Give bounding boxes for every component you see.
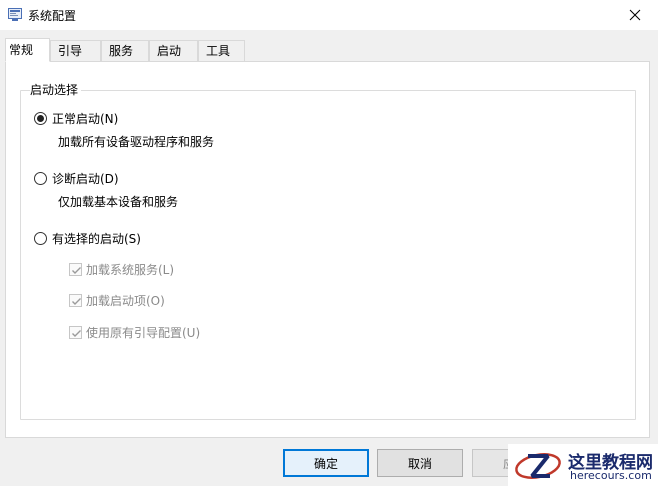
checkmark-icon: [72, 330, 81, 337]
load-startup-items-checkbox[interactable]: [69, 294, 82, 307]
checkmark-icon: [72, 267, 81, 274]
title-bar: 系统配置: [0, 0, 658, 30]
tab-general[interactable]: 常规: [5, 38, 50, 62]
window-title: 系统配置: [28, 9, 77, 23]
watermark-logo-icon: [515, 453, 561, 479]
ok-button[interactable]: 确定: [283, 449, 369, 477]
checkmark-icon: [72, 298, 81, 305]
diagnostic-startup-radio[interactable]: [34, 172, 47, 185]
diagnostic-startup-description: 仅加载基本设备和服务: [58, 195, 179, 209]
diagnostic-startup-label[interactable]: 诊断启动(D): [52, 170, 119, 187]
watermark: 这里教程网 herecours.com: [508, 444, 658, 486]
use-original-boot-config-label[interactable]: 使用原有引导配置(U): [86, 324, 200, 341]
use-original-boot-config-checkbox[interactable]: [69, 326, 82, 339]
tab-general-label: 常规: [9, 43, 34, 57]
ok-button-label: 确定: [313, 456, 338, 471]
cancel-button[interactable]: 取消: [377, 449, 463, 477]
selective-startup-label[interactable]: 有选择的启动(S): [52, 230, 141, 247]
tab-services-label: 服务: [109, 44, 134, 58]
tab-services[interactable]: 服务: [101, 40, 149, 62]
close-icon: [629, 9, 641, 21]
general-tab-panel: 启动选择 正常启动(N) 加载所有设备驱动程序和服务 诊断启动(D) 仅加载基本…: [5, 61, 650, 438]
tab-startup[interactable]: 启动: [149, 40, 198, 62]
selective-startup-radio[interactable]: [34, 232, 47, 245]
tab-startup-label: 启动: [157, 44, 182, 58]
startup-selection-legend: 启动选择: [30, 81, 82, 98]
close-button[interactable]: [612, 0, 658, 30]
load-system-services-checkbox[interactable]: [69, 263, 82, 276]
msconfig-app-icon: [8, 8, 22, 21]
normal-startup-label[interactable]: 正常启动(N): [52, 110, 118, 127]
normal-startup-radio[interactable]: [34, 112, 47, 125]
cancel-button-label: 取消: [407, 456, 432, 471]
watermark-url: herecours.com: [570, 469, 652, 482]
normal-startup-description: 加载所有设备驱动程序和服务: [58, 135, 215, 149]
tab-tools-label: 工具: [206, 44, 231, 58]
load-system-services-label[interactable]: 加载系统服务(L): [86, 261, 174, 278]
tab-tools[interactable]: 工具: [198, 40, 245, 62]
tab-boot[interactable]: 引导: [50, 40, 101, 62]
tab-boot-label: 引导: [58, 44, 83, 58]
load-startup-items-label[interactable]: 加载启动项(O): [86, 292, 165, 309]
